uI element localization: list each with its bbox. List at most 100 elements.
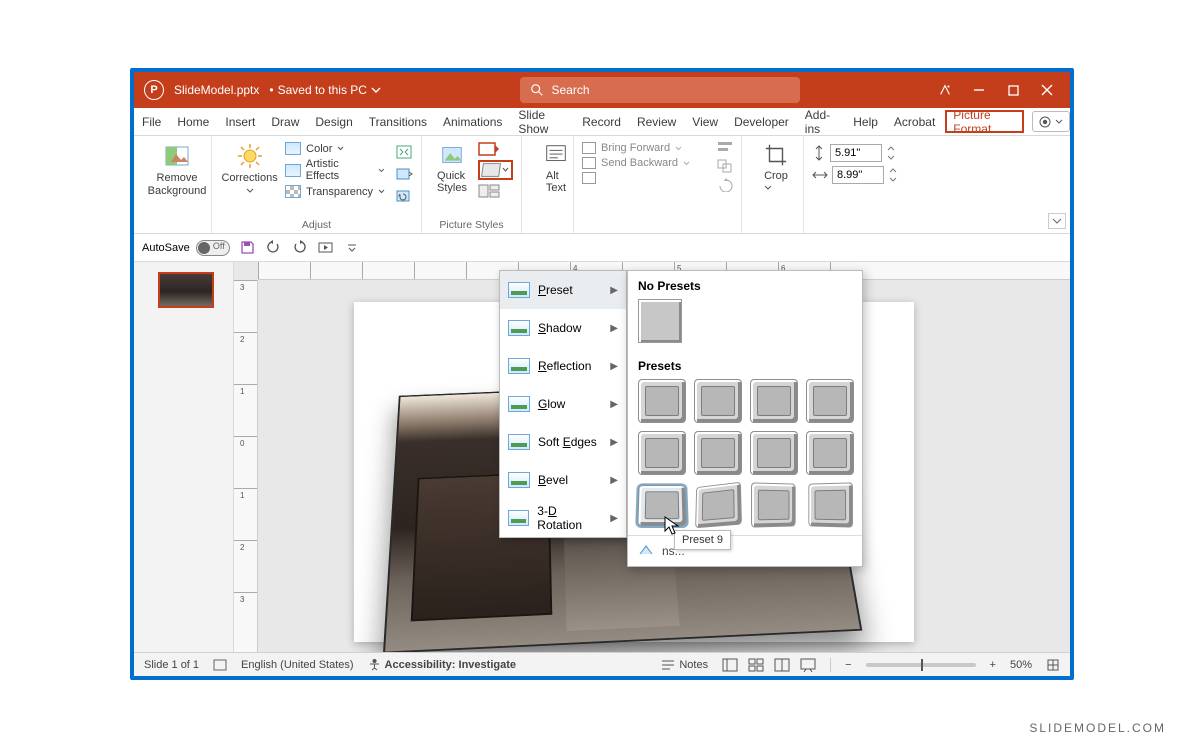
- vertical-ruler: 3210123: [234, 280, 258, 652]
- align-icon[interactable]: [717, 140, 735, 154]
- preset-7[interactable]: [750, 431, 798, 475]
- tab-acrobat[interactable]: Acrobat: [886, 108, 943, 135]
- qat-customize-icon[interactable]: [344, 240, 360, 256]
- tab-design[interactable]: Design: [307, 108, 360, 135]
- tab-addins[interactable]: Add-ins: [797, 108, 845, 135]
- artistic-icon: [285, 164, 301, 177]
- spinner-icon[interactable]: [888, 167, 898, 183]
- height-field[interactable]: [812, 144, 906, 162]
- tab-transitions[interactable]: Transitions: [361, 108, 435, 135]
- preset-12[interactable]: [808, 482, 853, 527]
- autosave-toggle[interactable]: AutoSave Off: [142, 240, 230, 256]
- search-icon: [530, 83, 544, 97]
- zoom-level[interactable]: 50%: [1010, 659, 1032, 671]
- group-icon[interactable]: [717, 159, 735, 173]
- filename[interactable]: SlideModel.pptx: [174, 83, 265, 97]
- preset-tooltip: Preset 9: [674, 530, 731, 550]
- record-indicator[interactable]: [1032, 111, 1070, 132]
- preset-10[interactable]: [695, 482, 742, 528]
- slideshow-view-icon[interactable]: [800, 658, 816, 672]
- reading-view-icon[interactable]: [774, 658, 790, 672]
- slide-thumbnail-1[interactable]: [158, 272, 214, 308]
- tab-file[interactable]: File: [134, 108, 169, 135]
- zoom-out-button[interactable]: −: [845, 659, 851, 671]
- zoom-in-button[interactable]: +: [990, 659, 996, 671]
- rotate-icon[interactable]: [717, 178, 735, 192]
- tab-view[interactable]: View: [684, 108, 726, 135]
- corrections-button[interactable]: Corrections: [220, 140, 279, 204]
- tab-review[interactable]: Review: [629, 108, 684, 135]
- change-picture-icon[interactable]: [395, 166, 413, 182]
- width-field[interactable]: [812, 166, 906, 184]
- slide-thumbnail-pane[interactable]: 1: [134, 262, 234, 652]
- compress-pictures-icon[interactable]: [395, 144, 413, 160]
- ribbon-mode-icon[interactable]: [938, 83, 952, 97]
- notes-button[interactable]: Notes: [661, 659, 708, 671]
- tab-home[interactable]: Home: [169, 108, 217, 135]
- search-input[interactable]: Search: [520, 77, 800, 103]
- save-icon[interactable]: [240, 240, 256, 256]
- menu-preset[interactable]: Preset▶: [500, 271, 626, 309]
- preset-2[interactable]: [694, 379, 742, 423]
- minimize-button[interactable]: [972, 83, 986, 97]
- preset-4[interactable]: [806, 379, 854, 423]
- slide-counter[interactable]: Slide 1 of 1: [144, 659, 199, 671]
- menu-3d-rotation[interactable]: 3-D Rotation▶: [500, 499, 626, 537]
- menu-soft-edges[interactable]: Soft Edges▶: [500, 423, 626, 461]
- preset-6[interactable]: [694, 431, 742, 475]
- selection-pane-button[interactable]: [582, 172, 733, 184]
- fit-to-window-icon[interactable]: [1046, 658, 1060, 672]
- collapse-ribbon-button[interactable]: [1048, 213, 1066, 229]
- undo-icon[interactable]: [266, 240, 282, 256]
- tab-help[interactable]: Help: [845, 108, 886, 135]
- picture-border-icon[interactable]: [478, 142, 500, 156]
- remove-background-button[interactable]: Remove Background: [142, 140, 212, 197]
- zoom-slider[interactable]: [866, 663, 976, 667]
- no-preset-item[interactable]: [638, 299, 682, 343]
- rotation-3d-icon: [508, 510, 529, 526]
- quick-styles-button[interactable]: Quick Styles: [430, 140, 474, 194]
- spinner-icon[interactable]: [886, 145, 896, 161]
- tab-record[interactable]: Record: [574, 108, 629, 135]
- send-backward-button[interactable]: Send Backward: [582, 157, 733, 169]
- bevel-icon: [508, 472, 530, 488]
- accessibility-status[interactable]: Accessibility: Investigate: [368, 658, 516, 671]
- picture-effects-button[interactable]: [478, 160, 513, 180]
- tab-draw[interactable]: Draw: [263, 108, 307, 135]
- save-state[interactable]: Saved to this PC: [278, 83, 381, 97]
- tab-developer[interactable]: Developer: [726, 108, 797, 135]
- tab-insert[interactable]: Insert: [217, 108, 263, 135]
- redo-icon[interactable]: [292, 240, 308, 256]
- tab-picture-format[interactable]: Picture Format: [945, 110, 1024, 133]
- menu-glow[interactable]: Glow▶: [500, 385, 626, 423]
- crop-button[interactable]: Crop: [750, 140, 802, 194]
- bring-forward-button[interactable]: Bring Forward: [582, 142, 733, 154]
- 3d-options-button[interactable]: ns...: [628, 535, 862, 560]
- spellcheck-icon[interactable]: [213, 658, 227, 672]
- transparency-button[interactable]: Transparency: [285, 185, 385, 198]
- close-button[interactable]: [1040, 83, 1054, 97]
- color-button[interactable]: Color: [285, 142, 385, 155]
- maximize-button[interactable]: [1006, 83, 1020, 97]
- start-from-beginning-icon[interactable]: [318, 240, 334, 256]
- preset-8[interactable]: [806, 431, 854, 475]
- normal-view-icon[interactable]: [722, 658, 738, 672]
- slide-sorter-icon[interactable]: [748, 658, 764, 672]
- chevron-right-icon: ▶: [610, 285, 618, 296]
- preset-5[interactable]: [638, 431, 686, 475]
- menu-shadow[interactable]: Shadow▶: [500, 309, 626, 347]
- mouse-cursor-icon: [664, 516, 680, 536]
- picture-layout-icon[interactable]: [478, 184, 500, 198]
- preset-3[interactable]: [750, 379, 798, 423]
- tab-animations[interactable]: Animations: [435, 108, 510, 135]
- reset-picture-icon[interactable]: [395, 188, 413, 204]
- preset-11[interactable]: [751, 482, 796, 527]
- menu-bevel[interactable]: Bevel▶: [500, 461, 626, 499]
- menu-reflection[interactable]: Reflection▶: [500, 347, 626, 385]
- height-icon: [812, 145, 826, 161]
- language-status[interactable]: English (United States): [241, 659, 354, 671]
- preset-1[interactable]: [638, 379, 686, 423]
- tab-slideshow[interactable]: Slide Show: [510, 108, 574, 135]
- no-presets-header: No Presets: [628, 271, 862, 299]
- artistic-effects-button[interactable]: Artistic Effects: [285, 158, 385, 182]
